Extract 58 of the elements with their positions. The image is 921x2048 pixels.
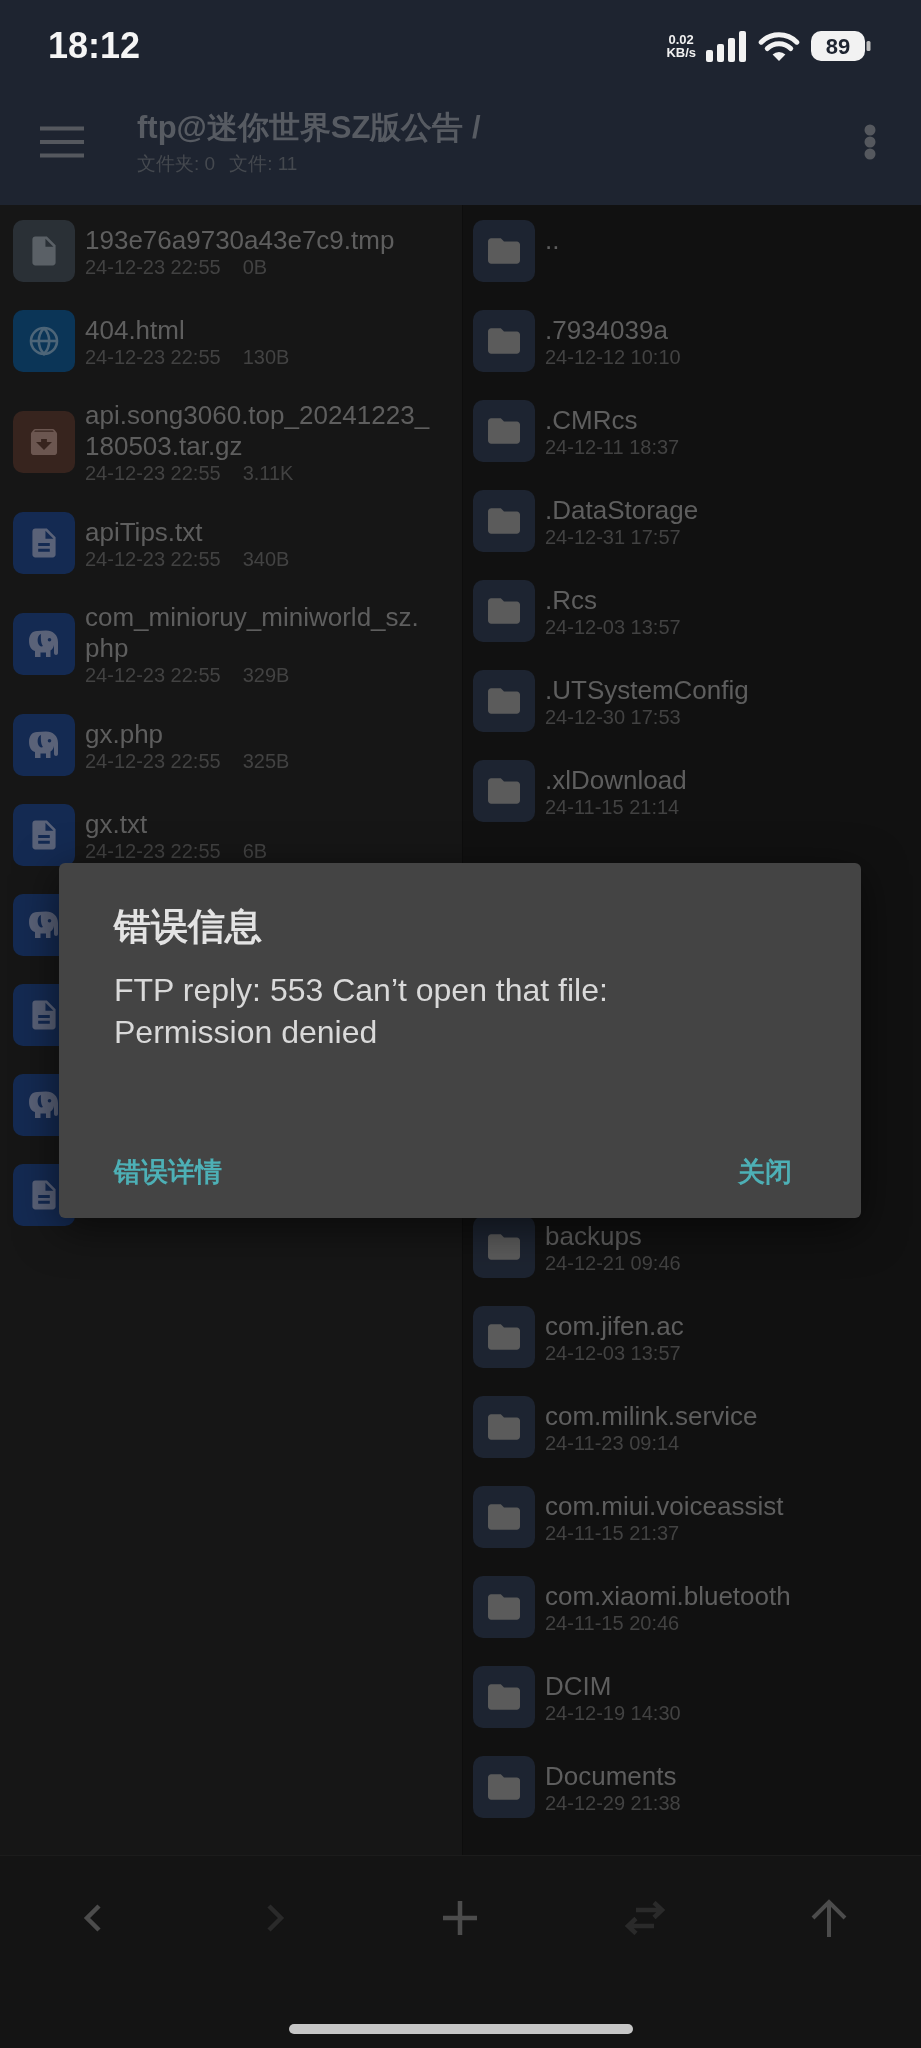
folder-name: com.xiaomi.bluetooth xyxy=(545,1580,791,1612)
folder-icon xyxy=(473,1666,535,1728)
connection-title: ftp@迷你世界SZ版公告 / xyxy=(137,108,481,147)
folder-name: com.milink.service xyxy=(545,1400,758,1432)
more-button[interactable] xyxy=(864,123,876,160)
clock-time: 18:12 xyxy=(48,26,141,66)
file-name: 404.html xyxy=(85,314,186,346)
folder-icon xyxy=(473,1756,535,1818)
folder-name: .UTSystemConfig xyxy=(545,674,749,706)
folder-name: com.jifen.ac xyxy=(545,1310,684,1342)
archive-icon xyxy=(13,411,75,473)
folder-name: DCIM xyxy=(545,1670,613,1702)
folder-name: Documents xyxy=(545,1760,678,1792)
folder-icon xyxy=(473,760,535,822)
dialog-title: 错误信息 xyxy=(114,905,263,949)
file-name: gx.txt xyxy=(85,808,149,840)
menu-button[interactable] xyxy=(40,125,84,158)
elephant-icon xyxy=(13,613,75,675)
three-dots-icon xyxy=(864,123,876,160)
folder-icon xyxy=(473,400,535,462)
folder-name: .CMRcs xyxy=(545,404,639,436)
folder-name: .DataStorage xyxy=(545,494,699,526)
file-name: api.song3060.top_20241223_180503.tar.gz xyxy=(85,400,431,462)
network-speed-value: 0.02 xyxy=(668,33,694,46)
document-icon xyxy=(13,512,75,574)
network-speed-unit: KB/s xyxy=(666,46,696,59)
folder-icon xyxy=(473,310,535,372)
folder-icon xyxy=(473,1216,535,1278)
battery-indicator: 89 xyxy=(811,31,871,61)
folder-name: backups xyxy=(545,1220,643,1252)
file-icon xyxy=(13,220,75,282)
file-name: 193e76a9730a43e7c9.tmp xyxy=(85,224,395,256)
globe-icon xyxy=(13,310,75,372)
folder-icon xyxy=(473,1396,535,1458)
menu-icon xyxy=(40,125,84,158)
file-name: gx.php xyxy=(85,718,165,750)
folder-name: .xlDownload xyxy=(545,764,687,796)
elephant-icon xyxy=(13,714,75,776)
folder-name: .7934039a xyxy=(545,314,669,346)
dialog-button[interactable]: 错误详情 xyxy=(99,1148,237,1196)
wifi-icon xyxy=(757,30,801,62)
folder-icon xyxy=(473,490,535,552)
folder-icon xyxy=(473,670,535,732)
folder-icon xyxy=(473,1576,535,1638)
folder-icon xyxy=(473,220,535,282)
folder-name: .. xyxy=(545,224,560,256)
document-icon xyxy=(13,804,75,866)
signal-icon xyxy=(706,30,747,62)
plus-icon xyxy=(442,1900,479,1936)
folder-name: com.miui.voiceassist xyxy=(545,1490,784,1522)
file-name: apiTips.txt xyxy=(85,516,204,548)
file-name: com_minioruy_miniworld_sz.php xyxy=(85,602,420,664)
dialog-message: FTP reply: 553 Can’t open that file: Permission denied xyxy=(114,971,609,1052)
folder-icon xyxy=(473,580,535,642)
folder-name: .Rcs xyxy=(545,584,598,616)
folder-icon xyxy=(473,1486,535,1548)
folder-icon xyxy=(473,1306,535,1368)
dialog-button[interactable]: 关闭 xyxy=(723,1148,807,1196)
